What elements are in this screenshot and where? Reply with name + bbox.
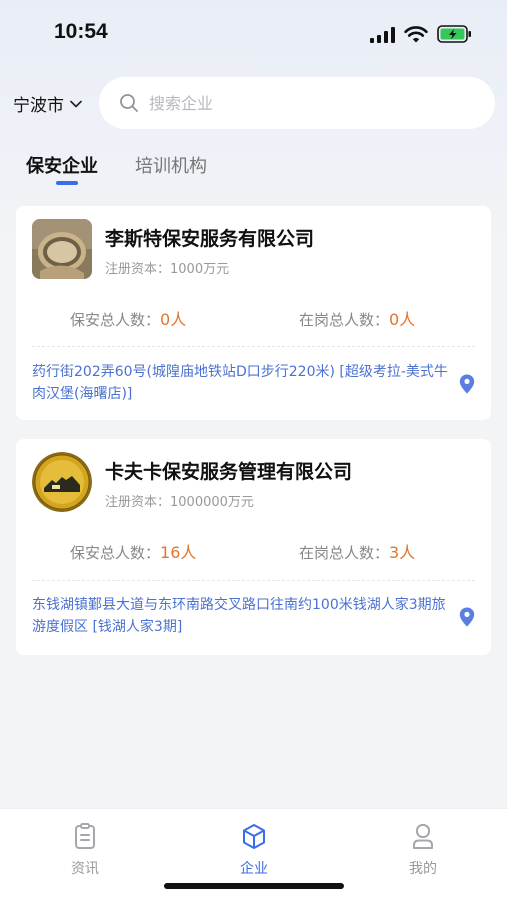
on-duty-label: 在岗总人数：	[299, 311, 390, 329]
news-icon	[75, 823, 95, 849]
company-card[interactable]: 卡夫卡保安服务管理有限公司 注册资本：1000000万元 保安总人数：16人 在…	[16, 439, 491, 655]
active-tab-indicator	[56, 181, 78, 185]
on-duty-label: 在岗总人数：	[299, 544, 390, 562]
company-name: 李斯特保安服务有限公司	[105, 228, 315, 250]
status-time: 10:54	[54, 20, 108, 43]
tab-training-institutions[interactable]: 培训机构	[135, 152, 207, 178]
company-address: 东钱湖镇鄞县大道与东环南路交叉路口往南约100米钱湖人家3期旅游度假区 [钱湖人…	[32, 597, 446, 635]
location-pin-icon[interactable]	[459, 607, 475, 627]
status-bar: 10:54	[0, 0, 507, 70]
guard-total-label: 保安总人数：	[70, 311, 161, 329]
nav-label-enterprise: 企业	[240, 861, 268, 877]
profile-icon	[413, 824, 433, 849]
capital-value: 1000万元	[170, 262, 230, 277]
nav-item-enterprise[interactable]: 企业	[224, 823, 284, 878]
tab-security-companies[interactable]: 保安企业	[26, 152, 98, 178]
enterprise-icon	[243, 824, 265, 849]
battery-charging-icon	[437, 25, 471, 43]
company-card[interactable]: 李斯特保安服务有限公司 注册资本：1000万元 保安总人数：0人 在岗总人数：0…	[16, 206, 491, 420]
city-label: 宁波市	[13, 96, 64, 116]
nav-item-news[interactable]: 资讯	[55, 823, 115, 878]
search-bar[interactable]	[99, 77, 495, 129]
search-icon	[120, 94, 138, 112]
capital-label: 注册资本：	[105, 262, 171, 277]
capital-value: 1000000万元	[170, 495, 254, 510]
capital-label: 注册资本：	[105, 495, 171, 510]
on-duty-value: 0人	[389, 310, 416, 329]
registered-capital: 注册资本：1000万元	[105, 258, 229, 277]
registered-capital: 注册资本：1000000万元	[105, 491, 254, 510]
divider	[32, 346, 475, 347]
divider	[32, 580, 475, 581]
on-duty-stat: 在岗总人数：3人	[299, 539, 415, 563]
guard-total-stat: 保安总人数：0人	[70, 306, 186, 330]
chevron-down-icon	[70, 100, 82, 107]
home-indicator	[164, 883, 344, 889]
nav-item-profile[interactable]: 我的	[393, 823, 453, 878]
company-address: 药行街202弄60号(城隍庙地铁站D口步行220米) [超级考拉-美式牛肉汉堡(…	[32, 364, 448, 402]
on-duty-value: 3人	[389, 543, 416, 562]
guard-total-value: 16人	[160, 543, 197, 562]
guard-total-stat: 保安总人数：16人	[70, 539, 196, 563]
company-name: 卡夫卡保安服务管理有限公司	[105, 461, 353, 483]
company-logo	[32, 452, 92, 512]
location-pin-icon[interactable]	[459, 374, 475, 394]
guard-total-label: 保安总人数：	[70, 544, 161, 562]
guard-total-value: 0人	[160, 310, 187, 329]
cellular-signal-icon	[370, 27, 396, 43]
wifi-icon	[404, 26, 428, 43]
city-selector[interactable]: 宁波市	[13, 91, 82, 116]
company-logo	[32, 219, 92, 279]
nav-label-profile: 我的	[409, 861, 437, 877]
on-duty-stat: 在岗总人数：0人	[299, 306, 415, 330]
nav-label-news: 资讯	[71, 861, 99, 877]
search-input[interactable]	[149, 93, 449, 113]
